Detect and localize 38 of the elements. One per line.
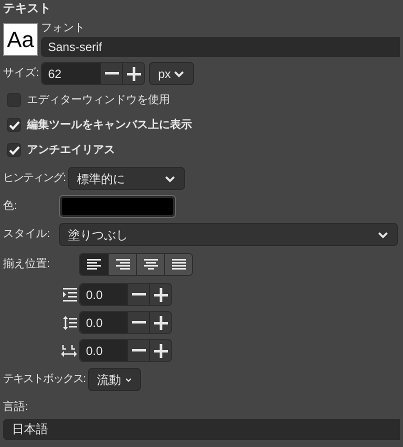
justify-button[interactable]: [136, 254, 164, 275]
dropdown[interactable]: 標準的に: [68, 167, 186, 190]
checkbox-option[interactable]: アンチエイリアス: [3, 141, 400, 159]
field-label: 言語:: [3, 400, 30, 415]
align-left-icon: [87, 258, 101, 270]
justify-button[interactable]: [80, 254, 108, 275]
checkmark-icon: [8, 120, 20, 130]
field-label: サイズ:: [3, 66, 40, 82]
checkbox[interactable]: [7, 118, 21, 132]
field-label: フォント: [41, 21, 86, 36]
letter-spacing-icon: [61, 344, 77, 358]
justify-button[interactable]: [108, 254, 136, 275]
align-fill-icon: [172, 258, 186, 270]
field-label: 色:: [3, 199, 18, 214]
checkbox-option[interactable]: エディターウィンドウを使用: [3, 91, 400, 109]
chevron-down-icon: [164, 174, 176, 182]
align-right-icon: [116, 258, 130, 270]
field-label: スタイル:: [3, 227, 52, 242]
field-label: 揃え位置:: [3, 257, 52, 272]
language-field[interactable]: 日本語: [3, 418, 400, 440]
indent-icon: [63, 288, 77, 302]
checkbox-option[interactable]: 編集ツールをキャンバス上に表示: [3, 116, 400, 134]
font-field[interactable]: Sans-serif: [41, 37, 400, 57]
field-label: テキストボックス:: [3, 372, 86, 388]
section-title: テキスト: [3, 0, 52, 17]
dropdown[interactable]: 流動: [88, 368, 142, 391]
checkmark-icon: [8, 146, 20, 154]
justify-button[interactable]: [164, 254, 192, 275]
checkbox[interactable]: [7, 143, 21, 157]
chevron-down-icon: [125, 376, 132, 384]
unit-dropdown[interactable]: px: [149, 62, 194, 85]
chevron-down-icon: [173, 70, 186, 78]
font-preview[interactable]: Aa: [3, 23, 38, 56]
dropdown[interactable]: 塗りつぶし: [59, 223, 398, 246]
field-label: ヒンティング:: [3, 171, 66, 186]
align-center-icon: [144, 258, 158, 270]
chevron-down-icon: [377, 230, 389, 238]
line-spacing-icon: [63, 316, 77, 330]
